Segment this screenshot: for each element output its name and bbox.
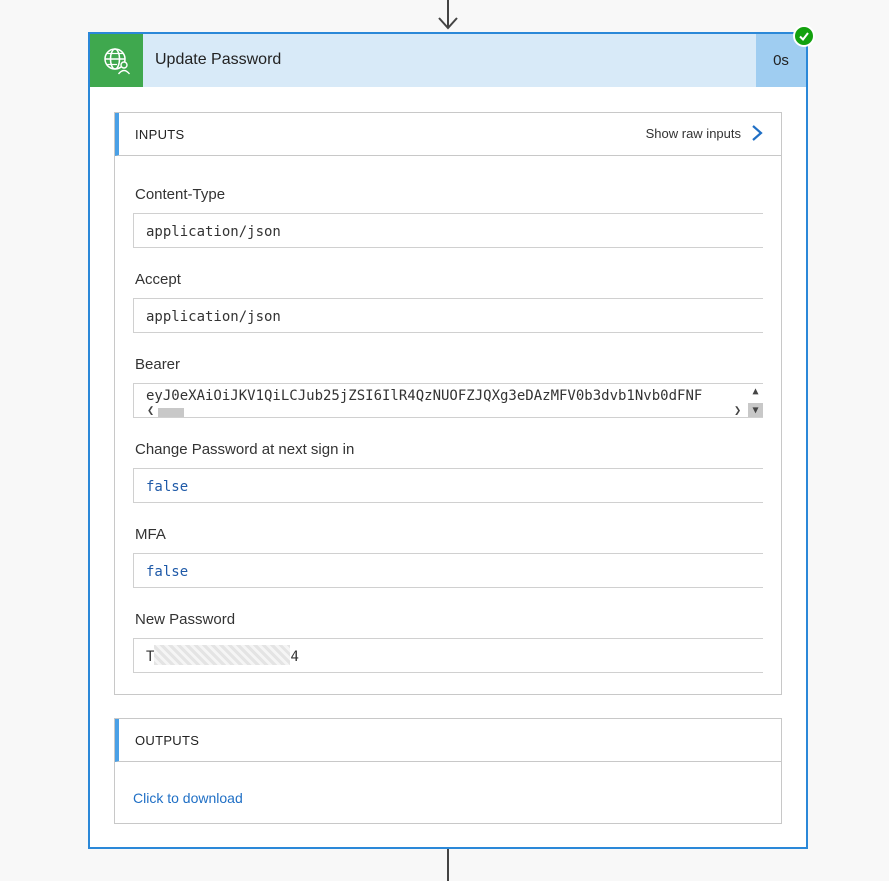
mfa-value[interactable]: false: [133, 553, 763, 588]
success-check-icon: [793, 25, 815, 47]
vertical-scrollbar[interactable]: ▲ ▼: [748, 384, 763, 417]
chevron-right-icon: [752, 125, 763, 141]
new-password-value[interactable]: T4: [133, 638, 763, 673]
accept-label: Accept: [135, 271, 181, 288]
action-card: Update Password 0s INPUTS Show raw input…: [88, 32, 808, 849]
inputs-section: INPUTS Show raw inputs Content-Type appl…: [114, 112, 782, 695]
content-type-value[interactable]: application/json: [133, 213, 763, 248]
new-password-start: T: [146, 649, 155, 665]
bearer-label: Bearer: [135, 356, 181, 373]
action-header[interactable]: Update Password 0s: [90, 34, 806, 87]
inputs-title: INPUTS: [135, 127, 185, 142]
globe-user-icon: [90, 34, 143, 87]
click-to-download-link[interactable]: Click to download: [133, 790, 243, 806]
new-password-end: 4: [290, 649, 299, 665]
scroll-up-icon[interactable]: ▲: [748, 386, 763, 398]
outputs-title: OUTPUTS: [135, 733, 200, 748]
horizontal-scrollbar-thumb[interactable]: [158, 408, 184, 417]
content-type-label: Content-Type: [135, 186, 226, 203]
redacted-mask: [154, 645, 291, 665]
scroll-left-icon[interactable]: ❮: [147, 404, 154, 416]
new-password-label: New Password: [135, 611, 236, 628]
bearer-value-box[interactable]: eyJ0eXAiOiJKV1QiLCJub25jZSI6IlR4QzNUOFZJ…: [133, 383, 763, 418]
connector-line-bottom: [447, 849, 449, 881]
change-password-value[interactable]: false: [133, 468, 763, 503]
arrow-down-icon: [438, 17, 458, 30]
accept-value[interactable]: application/json: [133, 298, 763, 333]
mfa-label: MFA: [135, 526, 166, 543]
outputs-header: OUTPUTS: [115, 719, 781, 762]
action-title: Update Password: [155, 51, 282, 68]
outputs-section: OUTPUTS Click to download: [114, 718, 782, 824]
inputs-header: INPUTS Show raw inputs: [115, 113, 781, 156]
show-raw-inputs-link[interactable]: Show raw inputs: [646, 124, 763, 142]
change-password-label: Change Password at next sign in: [135, 441, 355, 458]
show-raw-inputs-label: Show raw inputs: [645, 125, 741, 141]
scroll-right-icon[interactable]: ❯: [734, 404, 741, 416]
scroll-down-icon[interactable]: ▼: [748, 403, 763, 417]
bearer-value: eyJ0eXAiOiJKV1QiLCJub25jZSI6IlR4QzNUOFZJ…: [146, 388, 703, 404]
